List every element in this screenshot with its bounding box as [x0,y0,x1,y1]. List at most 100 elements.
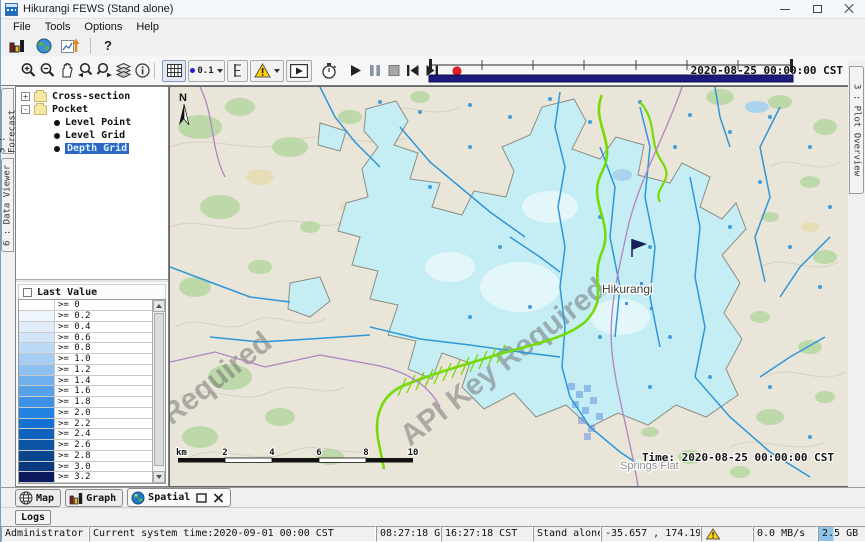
legend-row[interactable]: >= 2.6 [19,440,152,451]
tab-forecast[interactable]: 5 : Forecast [1,88,14,154]
classification-dropdown[interactable]: 0.1 [188,60,225,82]
pause-button[interactable] [365,61,384,81]
minimize-button[interactable] [769,0,801,18]
legend-row[interactable]: >= 3.2 [19,472,152,483]
legend-scrollbar[interactable] [152,300,165,483]
close-view-button[interactable] [213,493,224,503]
scrollbar-track[interactable] [153,312,165,471]
tab-map[interactable]: Map [15,489,61,507]
menu-options[interactable]: Options [77,21,129,33]
layers-button[interactable] [114,61,133,81]
close-icon [213,493,224,503]
tree-node-label[interactable]: Level Grid [65,130,125,141]
legend-row[interactable]: >= 2.4 [19,429,152,440]
legend-color-swatch [19,322,55,332]
filter-tree: + Cross-section - Pocket Level Point Lev… [16,87,168,279]
map-display-button[interactable] [34,37,54,55]
scale-button[interactable] [227,60,248,82]
animation-timer-button[interactable] [319,61,338,81]
tree-node-label-selected[interactable]: Depth Grid [65,143,129,154]
skip-to-start-button[interactable] [403,61,422,81]
movie-player-button[interactable] [286,60,312,82]
legend-row[interactable]: >= 2.2 [19,419,152,430]
legend-row[interactable]: >= 0 [19,300,152,311]
zoom-out-button[interactable] [38,61,57,81]
maximize-view-button[interactable] [196,493,207,503]
legend-threshold-label: >= 1.0 [55,354,152,364]
legend-row[interactable]: >= 2.0 [19,408,152,419]
minimize-icon [780,9,790,10]
pan-button[interactable] [57,61,76,81]
legend-row[interactable]: >= 0.8 [19,343,152,354]
arrow-up-icon [156,304,162,308]
toolbar-separator [90,38,91,54]
legend-panel: Last Value >= 0 >= 0.2 >= 0.4 >= 0.6 [16,282,168,486]
legend-row[interactable]: >= 1.8 [19,397,152,408]
close-button[interactable] [833,0,865,18]
play-button[interactable] [346,61,365,81]
legend-row[interactable]: >= 0.4 [19,322,152,333]
tree-node-level-grid[interactable]: Level Grid [16,129,168,142]
svg-text:10: 10 [408,448,419,458]
info-button[interactable] [133,61,152,81]
tree-node-depth-grid[interactable]: Depth Grid [16,142,168,155]
tab-graph[interactable]: Graph [65,489,123,507]
tab-data-viewer[interactable]: 6 : Data Viewer [1,158,14,252]
scroll-up-button[interactable] [153,300,165,312]
legend-threshold-label: >= 1.2 [55,365,152,375]
movie-play-icon [290,64,308,78]
legend-color-swatch [19,300,55,310]
legend-color-swatch [19,343,55,353]
spatial-display-button[interactable] [61,37,81,55]
ruler-icon [232,63,243,78]
legend-threshold-label: >= 3.0 [55,462,152,472]
legend-row[interactable]: >= 1.2 [19,365,152,376]
tab-plot-overview[interactable]: 3 : Plot Overview [849,66,864,194]
legend-threshold-label: >= 0 [55,300,152,310]
tab-spatial[interactable]: Spatial [127,488,231,507]
timeline-datetime: 2020-08-25 00:00:00 CST [691,64,843,77]
legend-row[interactable]: >= 1.4 [19,376,152,387]
map-view[interactable]: API Key Required API Key Required [169,86,849,487]
last-value-checkbox[interactable] [23,288,32,297]
stop-button[interactable] [384,61,403,81]
legend-threshold-label: >= 0.8 [55,343,152,353]
classification-value: 0.1 [197,66,213,76]
grid-toggle-button[interactable] [162,60,186,82]
expand-icon[interactable]: + [21,92,30,101]
timeline-handle-start[interactable] [429,59,432,72]
legend-row[interactable]: >= 0.2 [19,311,152,322]
tree-node-label[interactable]: Level Point [65,117,131,128]
collapse-icon[interactable]: - [21,105,30,114]
tree-node-label[interactable]: Cross-section [52,91,130,102]
status-coordinates: -35.657 , 174.199 [601,526,701,542]
scrollbar-thumb[interactable] [154,313,164,465]
tree-node-level-point[interactable]: Level Point [16,116,168,129]
logs-button[interactable]: Logs [15,510,51,525]
arrow-down-icon [156,475,162,479]
scroll-down-button[interactable] [153,471,165,483]
help-button[interactable]: ? [98,38,118,53]
zoom-previous-button[interactable] [76,61,95,81]
maximize-button[interactable] [801,0,833,18]
warning-dropdown[interactable] [250,60,284,82]
menu-tools[interactable]: Tools [38,21,78,33]
maximize-icon [196,493,207,503]
menu-file[interactable]: File [6,21,38,33]
status-warning-cell[interactable] [701,526,753,542]
data-display-button[interactable] [7,37,27,55]
svg-text:6: 6 [316,448,321,458]
tree-node-label[interactable]: Pocket [52,104,88,115]
last-value-option[interactable]: Last Value [18,284,166,299]
legend-row[interactable]: >= 1.0 [19,354,152,365]
legend-row[interactable]: >= 3.0 [19,462,152,473]
zoom-next-button[interactable] [95,61,114,81]
legend-color-swatch [19,386,55,396]
menu-help[interactable]: Help [129,21,166,33]
tree-node-pocket[interactable]: - Pocket [16,103,168,116]
legend-row[interactable]: >= 2.8 [19,451,152,462]
legend-row[interactable]: >= 1.6 [19,386,152,397]
tree-node-cross-section[interactable]: + Cross-section [16,90,168,103]
zoom-in-button[interactable] [19,61,38,81]
legend-row[interactable]: >= 0.6 [19,333,152,344]
